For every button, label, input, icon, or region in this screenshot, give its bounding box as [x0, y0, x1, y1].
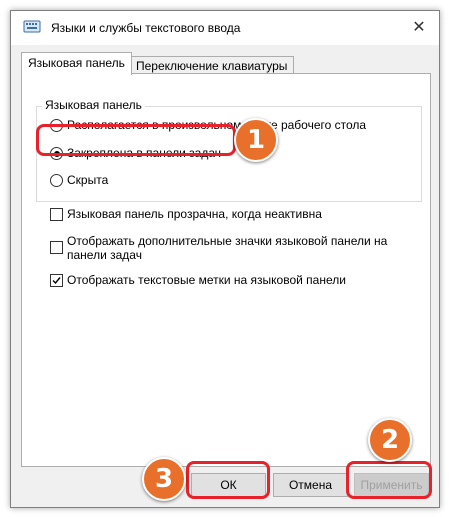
checkbox-extra-icons[interactable]: [50, 241, 63, 254]
checkmark-icon: [52, 277, 61, 285]
checkbox-text-labels[interactable]: [50, 274, 63, 287]
step-badge-2: 2: [368, 418, 412, 462]
checkbox-transparent-label[interactable]: Языковая панель прозрачна, когда неактив…: [67, 207, 322, 221]
radio-docked[interactable]: [50, 147, 63, 160]
keyboard-icon: [23, 20, 41, 33]
step-badge-1: 1: [234, 118, 278, 162]
ok-button[interactable]: ОК: [191, 473, 266, 497]
radio-hidden[interactable]: [50, 174, 63, 187]
apply-button[interactable]: Применить: [354, 473, 429, 497]
checkbox-transparent[interactable]: [50, 208, 63, 221]
cancel-button[interactable]: Отмена: [273, 473, 348, 497]
group-label: Языковая панель: [42, 98, 145, 112]
title-bar[interactable]: Языки и службы текстового ввода ✕: [11, 11, 439, 45]
checkbox-extra-icons-label-line2[interactable]: панели задач: [67, 248, 142, 262]
close-icon[interactable]: ✕: [407, 17, 431, 39]
radio-floating[interactable]: [50, 119, 63, 132]
radio-floating-label[interactable]: Располагается в произвольном месте рабоч…: [67, 118, 366, 132]
radio-docked-label[interactable]: Закреплена в панели задач: [67, 146, 221, 160]
radio-hidden-label[interactable]: Скрыта: [67, 173, 108, 187]
tab-panel: Языковая панель Располагается в произвол…: [21, 73, 431, 467]
tab-language-bar[interactable]: Языковая панель: [21, 52, 132, 75]
checkbox-text-labels-label[interactable]: Отображать текстовые метки на языковой п…: [67, 273, 346, 287]
step-badge-3: 3: [142, 457, 186, 501]
checkbox-extra-icons-label-line1[interactable]: Отображать дополнительные значки языково…: [67, 234, 387, 248]
window-title: Языки и службы текстового ввода: [51, 21, 241, 35]
